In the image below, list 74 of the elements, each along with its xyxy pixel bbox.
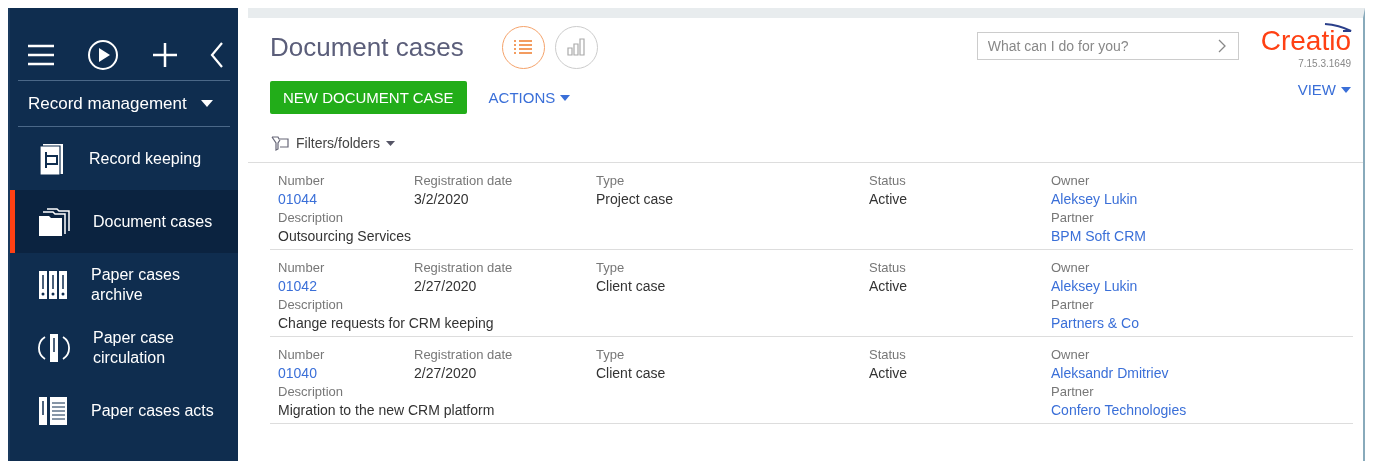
sidebar-item[interactable]: Paper case circulation (10, 316, 238, 379)
field-label: Owner (1051, 173, 1090, 188)
field-value: Active (869, 365, 908, 381)
field-value: Migration to the new CRM platform (278, 402, 495, 418)
field-label: Type (596, 347, 625, 362)
field-value: Outsourcing Services (278, 228, 412, 244)
field-value: 2/27/2020 (414, 365, 477, 381)
bar-chart-icon (566, 38, 587, 56)
folder-icon (37, 206, 71, 237)
field-label: Owner (1051, 260, 1090, 275)
field-link[interactable]: 01044 (278, 191, 317, 207)
record-row[interactable]: Number 01040 Registration date 2/27/2020 Type Client case Status Active Owner Aleksandr Dmitriev Description Migration to the new CRM platform Partner Confero Technologies (270, 337, 1353, 424)
binder-document-icon (37, 394, 69, 427)
field-label: Type (596, 173, 625, 188)
field-label: Owner (1051, 347, 1090, 362)
field-link[interactable]: 01042 (278, 278, 317, 294)
field-label: Type (596, 260, 625, 275)
search-field[interactable]: What can I do for you? (976, 32, 1239, 60)
logo: Creatio (1260, 22, 1351, 56)
collapse-icon[interactable] (210, 41, 224, 68)
field-label: Description (278, 297, 344, 312)
caret-icon (1341, 86, 1351, 93)
new-document-case-button[interactable]: NEW DOCUMENT CASE (270, 81, 467, 114)
funnel-folder-icon (270, 134, 290, 152)
field-label: Description (278, 384, 344, 399)
field-label: Partner (1051, 210, 1094, 225)
field-value: Client case (596, 278, 666, 294)
menu-icon[interactable] (27, 43, 55, 66)
field-link[interactable]: Confero Technologies (1051, 402, 1187, 418)
field-value: Project case (596, 191, 674, 207)
field-label: Registration date (414, 347, 513, 362)
field-label: Number (278, 347, 325, 362)
field-link[interactable]: Partners & Co (1051, 315, 1139, 331)
sidebar-item[interactable]: Record keeping (10, 127, 238, 190)
chevron-right-icon[interactable] (1216, 38, 1227, 54)
field-value: Active (869, 191, 908, 207)
sidebar-item[interactable]: Document cases (10, 190, 238, 253)
field-label: Partner (1051, 384, 1094, 399)
record-row[interactable]: Number 01044 Registration date 3/2/2020 Type Project case Status Active Owner Aleksey Lukin Description Outsourcing Services Partner BPM Soft CRM (270, 163, 1353, 250)
record-row[interactable]: Number 01042 Registration date 2/27/2020 Type Client case Status Active Owner Aleksey Lukin Description Change requests for CRM keeping Partner Partners & Co (270, 250, 1353, 337)
field-label: Status (869, 260, 906, 275)
sidebar-item[interactable]: Paper cases archive (10, 253, 238, 316)
field-link[interactable]: BPM Soft CRM (1051, 228, 1146, 244)
version-label: 7.15.3.1649 (1298, 58, 1351, 69)
field-value: Change requests for CRM keeping (278, 315, 494, 331)
field-label: Description (278, 210, 344, 225)
sidebar-item[interactable]: Paper cases acts (10, 379, 238, 442)
caret-icon (560, 94, 571, 101)
field-label: Status (869, 347, 906, 362)
caret-icon (200, 100, 213, 107)
section-dropdown[interactable]: Record management (18, 80, 230, 127)
binders-icon (37, 269, 69, 300)
play-icon[interactable] (87, 38, 120, 71)
field-label: Partner (1051, 297, 1094, 312)
field-value: 2/27/2020 (414, 278, 477, 294)
list-icon (513, 39, 534, 55)
field-value: Client case (596, 365, 666, 381)
field-label: Status (869, 173, 906, 188)
field-link[interactable]: Aleksey Lukin (1051, 278, 1138, 294)
field-link[interactable]: 01040 (278, 365, 317, 381)
field-value: 3/2/2020 (414, 191, 469, 207)
field-value: Active (869, 278, 908, 294)
field-label: Number (278, 260, 325, 275)
field-link[interactable]: Aleksey Lukin (1051, 191, 1138, 207)
field-label: Registration date (414, 173, 513, 188)
field-link[interactable]: Aleksandr Dmitriev (1051, 365, 1169, 381)
filters-folders-menu[interactable]: Filters/folders (270, 128, 396, 158)
caret-icon (386, 140, 396, 146)
actions-menu[interactable]: ACTIONS (488, 89, 571, 106)
field-label: Registration date (414, 260, 513, 275)
page-title: Document cases (270, 31, 464, 63)
plus-icon[interactable] (151, 41, 178, 68)
view-menu[interactable]: VIEW (1297, 81, 1351, 98)
field-label: Number (278, 173, 325, 188)
